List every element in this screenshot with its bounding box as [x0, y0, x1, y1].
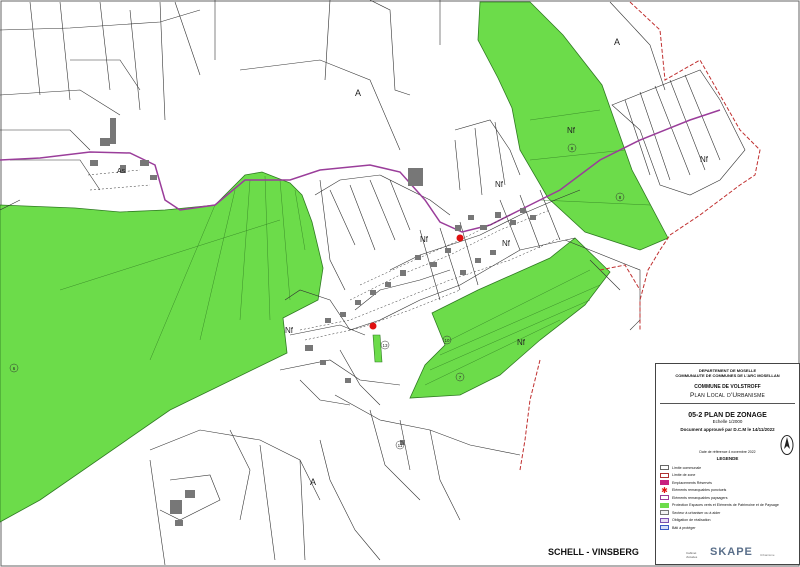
legend-label: Limite de zone — [672, 473, 696, 478]
zone-label-nf-top: Nf — [567, 126, 576, 135]
legend-symbol-landscape — [660, 495, 669, 501]
logo-wordmark: SKAPE — [710, 546, 753, 558]
title-block: DEPARTEMENT DE MOSELLE COMMUNAUTE DE COM… — [655, 363, 800, 565]
legend-label: Secteur à urbaniser ou à aider — [672, 510, 721, 515]
zone-label-a-bottom: A — [310, 477, 316, 487]
circled-number-south-b: 10 — [444, 338, 450, 343]
reference-note: Date de référence 4 novembre 2022 — [699, 450, 756, 454]
legend-symbol-star-icon: ✱ — [661, 485, 668, 495]
logo-subtitle: Urbanisme — [760, 553, 775, 557]
document-number-title: 05-2 PLAN DE ZONAGE — [688, 412, 767, 419]
legend-symbol-zone-limit — [660, 472, 669, 478]
zone-label-nf-center-b: Nf — [420, 235, 429, 244]
title-separator — [660, 403, 795, 404]
zone-label-nf-center-c: Nf — [502, 239, 511, 248]
legend-label: Eléments remarquables ponctuels — [672, 488, 727, 493]
zone-label-nf-south: Nf — [517, 338, 526, 347]
approval-note: Document approuvé par D.C.M le 14/11/202… — [680, 427, 775, 432]
legend-symbol-protected-building — [660, 525, 669, 531]
legend-label: Protection Espaces verts et Eléments de … — [672, 503, 779, 508]
north-arrow-icon — [780, 435, 794, 455]
legend-item: Secteur à urbaniser ou à aider — [660, 509, 795, 517]
legend-item: Obligation de réalisation — [660, 517, 795, 525]
circled-number-center: 13 — [382, 343, 388, 348]
legend-item: Emplacements Réservés — [660, 479, 795, 487]
scale-label: Echelle 1/2000 — [712, 419, 743, 424]
legend-symbol-obligation — [660, 517, 669, 523]
sheet-name: SCHELL - VINSBERG — [548, 547, 639, 557]
legend-item: Eléments remarquables paysagers — [660, 494, 795, 502]
zone-label-nf-center-a: Nf — [495, 180, 504, 189]
legend-item: Limite communale — [660, 464, 795, 472]
legend-item: Bâti à protéger — [660, 524, 795, 532]
legend-label: Eléments remarquables paysagers — [672, 495, 728, 500]
legend-item: ✱ Eléments remarquables ponctuels — [660, 485, 795, 495]
commune-name: COMMUNE DE VOLSTROFF — [694, 384, 761, 390]
legend: Limite communale Limite de zone Emplacem… — [660, 464, 795, 532]
skape-logo: Cabinet d'études SKAPE Urbanisme — [686, 544, 796, 560]
zone-label-nf-east: Nf — [700, 155, 709, 164]
zone-label-a-north: A — [355, 88, 361, 98]
legend-label: Obligation de réalisation — [672, 518, 711, 523]
legend-symbol-green-space — [660, 502, 669, 508]
legend-label: Limite communale — [672, 465, 702, 470]
legend-label: Emplacements Réservés — [672, 480, 712, 485]
logo-caption: Cabinet d'études — [686, 551, 698, 559]
zone-label-a-top-right: A — [614, 37, 620, 47]
legend-symbol-perimeter — [660, 465, 669, 471]
legend-symbol-urbanize — [660, 510, 669, 516]
zone-label-nf-west: Nf — [285, 326, 294, 335]
legend-title: LEGENDE — [716, 456, 739, 461]
zone-label-as: As — [117, 168, 126, 175]
community-name: COMMUNAUTE DE COMMUNES DE L'ARC MOSELLAN — [675, 373, 780, 378]
circled-number-bottom: 11 — [398, 443, 403, 448]
legend-item: Protection Espaces verts et Eléments de … — [660, 502, 795, 510]
legend-label: Bâti à protéger — [672, 525, 696, 530]
plan-title: Plan Local d'Urbanisme — [690, 392, 765, 399]
legend-symbol-reserved — [660, 480, 669, 486]
legend-item: Limite de zone — [660, 472, 795, 480]
